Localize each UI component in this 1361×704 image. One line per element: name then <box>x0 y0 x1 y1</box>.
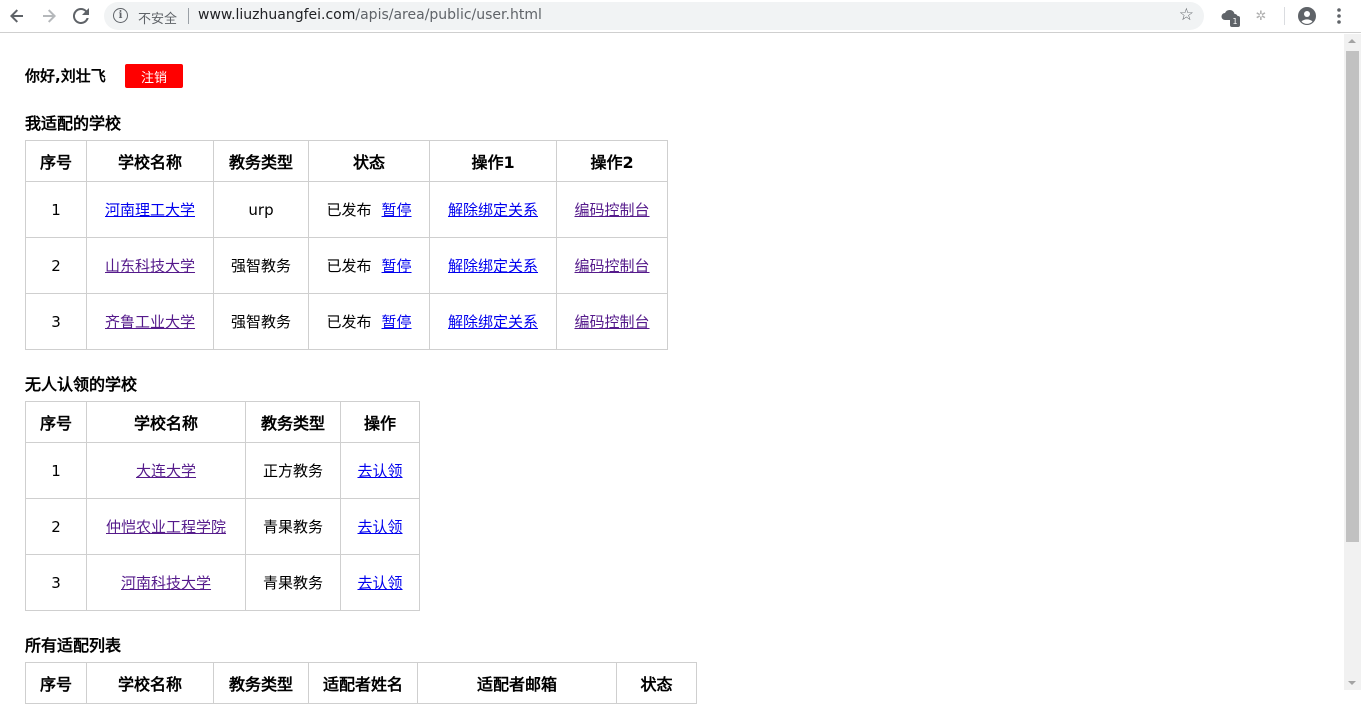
pause-link[interactable]: 暂停 <box>382 257 412 275</box>
column-header: 状态 <box>308 140 431 182</box>
info-icon[interactable]: i <box>113 8 128 23</box>
scrollbar-thumb[interactable] <box>1346 51 1359 542</box>
status-text: 已发布 <box>326 257 372 275</box>
arrow-right-icon <box>43 9 56 23</box>
logout-button[interactable]: 注销 <box>125 64 183 88</box>
column-header: 操作2 <box>556 140 669 182</box>
status-text: 已发布 <box>326 313 372 331</box>
my-schools-title: 我适配的学校 <box>25 114 122 133</box>
column-header: 状态 <box>616 662 698 704</box>
unbind-link[interactable]: 解除绑定关系 <box>448 257 538 275</box>
claim-link[interactable]: 去认领 <box>358 462 403 480</box>
status-text: 已发布 <box>326 201 372 219</box>
school-link[interactable]: 仲恺农业工程学院 <box>106 518 226 536</box>
my-schools-table: 序号 学校名称 教务类型 状态 操作1 操作2 1 河南理工大学 urp 已发布… <box>24 140 669 350</box>
scroll-down-icon[interactable] <box>1348 681 1356 685</box>
column-header: 教务类型 <box>245 401 342 443</box>
divider <box>188 8 189 24</box>
column-header: 序号 <box>24 662 88 704</box>
bookmark-star-icon[interactable]: ☆ <box>1179 5 1194 25</box>
code-console-link[interactable]: 编码控制台 <box>575 201 650 219</box>
row-id: 3 <box>24 554 88 611</box>
column-header: 操作1 <box>429 140 558 182</box>
divider <box>1284 7 1285 25</box>
school-type: 青果教务 <box>245 498 342 555</box>
column-header: 适配者姓名 <box>308 662 419 704</box>
back-button[interactable] <box>4 4 30 28</box>
school-type: 正方教务 <box>245 442 342 499</box>
school-type: 强智教务 <box>213 293 310 350</box>
claim-link[interactable]: 去认领 <box>358 574 403 592</box>
extension-button[interactable]: 1 <box>1218 5 1242 27</box>
menu-button[interactable] <box>1327 5 1351 27</box>
school-type: urp <box>213 181 310 238</box>
pause-link[interactable]: 暂停 <box>382 313 412 331</box>
code-console-link[interactable]: 编码控制台 <box>575 313 650 331</box>
column-header: 学校名称 <box>86 662 215 704</box>
url-text[interactable]: www.liuzhuangfei.com/apis/area/public/us… <box>198 7 542 23</box>
greeting: 你好,刘壮飞 <box>25 67 106 85</box>
address-bar[interactable]: i 不安全 www.liuzhuangfei.com/apis/area/pub… <box>104 2 1204 30</box>
row-id: 2 <box>24 498 88 555</box>
column-header: 学校名称 <box>86 140 215 182</box>
row-id: 1 <box>24 442 88 499</box>
claim-link[interactable]: 去认领 <box>358 518 403 536</box>
profile-button[interactable] <box>1295 5 1319 27</box>
table-header-row: 序号 学校名称 教务类型 适配者姓名 适配者邮箱 状态 <box>24 662 698 704</box>
column-header: 操作 <box>340 401 421 443</box>
table-row: 2 山东科技大学 强智教务 已发布 暂停 解除绑定关系 编码控制台 <box>24 237 669 294</box>
more-vert-icon <box>1337 8 1341 24</box>
row-id: 2 <box>24 237 88 294</box>
school-type: 青果教务 <box>245 554 342 611</box>
table-header-row: 序号 学校名称 教务类型 状态 操作1 操作2 <box>24 140 669 182</box>
school-link[interactable]: 河南理工大学 <box>105 201 195 219</box>
puzzle-icon: ✲ <box>1255 8 1267 24</box>
row-id: 1 <box>24 181 88 238</box>
column-header: 序号 <box>24 401 88 443</box>
vertical-scrollbar[interactable] <box>1344 34 1361 690</box>
column-header: 学校名称 <box>86 401 247 443</box>
school-link[interactable]: 山东科技大学 <box>105 257 195 275</box>
code-console-link[interactable]: 编码控制台 <box>575 257 650 275</box>
account-icon <box>1298 7 1316 25</box>
insecure-label[interactable]: 不安全 <box>138 8 177 27</box>
extension-button-2[interactable]: ✲ <box>1249 5 1273 27</box>
scroll-up-icon[interactable] <box>1348 39 1356 43</box>
school-link[interactable]: 河南科技大学 <box>121 574 211 592</box>
column-header: 序号 <box>24 140 88 182</box>
table-row: 2 仲恺农业工程学院 青果教务 去认领 <box>24 498 421 555</box>
arrow-left-icon <box>10 9 23 23</box>
unbind-link[interactable]: 解除绑定关系 <box>448 313 538 331</box>
all-list-table: 序号 学校名称 教务类型 适配者姓名 适配者邮箱 状态 <box>24 662 698 704</box>
all-list-title: 所有适配列表 <box>25 636 122 655</box>
table-row: 3 河南科技大学 青果教务 去认领 <box>24 554 421 611</box>
url-host: www.liuzhuangfei.com <box>198 7 356 23</box>
browser-toolbar: i 不安全 www.liuzhuangfei.com/apis/area/pub… <box>0 0 1361 33</box>
table-row: 3 齐鲁工业大学 强智教务 已发布 暂停 解除绑定关系 编码控制台 <box>24 293 669 350</box>
column-header: 教务类型 <box>213 662 310 704</box>
pause-link[interactable]: 暂停 <box>382 201 412 219</box>
column-header: 适配者邮箱 <box>417 662 618 704</box>
table-row: 1 河南理工大学 urp 已发布 暂停 解除绑定关系 编码控制台 <box>24 181 669 238</box>
unbind-link[interactable]: 解除绑定关系 <box>448 201 538 219</box>
url-path: /apis/area/public/user.html <box>355 7 542 23</box>
row-id: 3 <box>24 293 88 350</box>
forward-button[interactable] <box>36 4 62 28</box>
unclaimed-schools-table: 序号 学校名称 教务类型 操作 1 大连大学 正方教务 去认领 2 仲恺农业工程… <box>24 401 421 611</box>
extension-badge: 1 <box>1230 16 1240 27</box>
reload-icon <box>73 8 89 24</box>
column-header: 教务类型 <box>213 140 310 182</box>
school-link[interactable]: 齐鲁工业大学 <box>105 313 195 331</box>
reload-button[interactable] <box>68 4 94 28</box>
school-type: 强智教务 <box>213 237 310 294</box>
table-header-row: 序号 学校名称 教务类型 操作 <box>24 401 421 443</box>
table-row: 1 大连大学 正方教务 去认领 <box>24 442 421 499</box>
unclaimed-schools-title: 无人认领的学校 <box>25 375 138 394</box>
school-link[interactable]: 大连大学 <box>136 462 196 480</box>
